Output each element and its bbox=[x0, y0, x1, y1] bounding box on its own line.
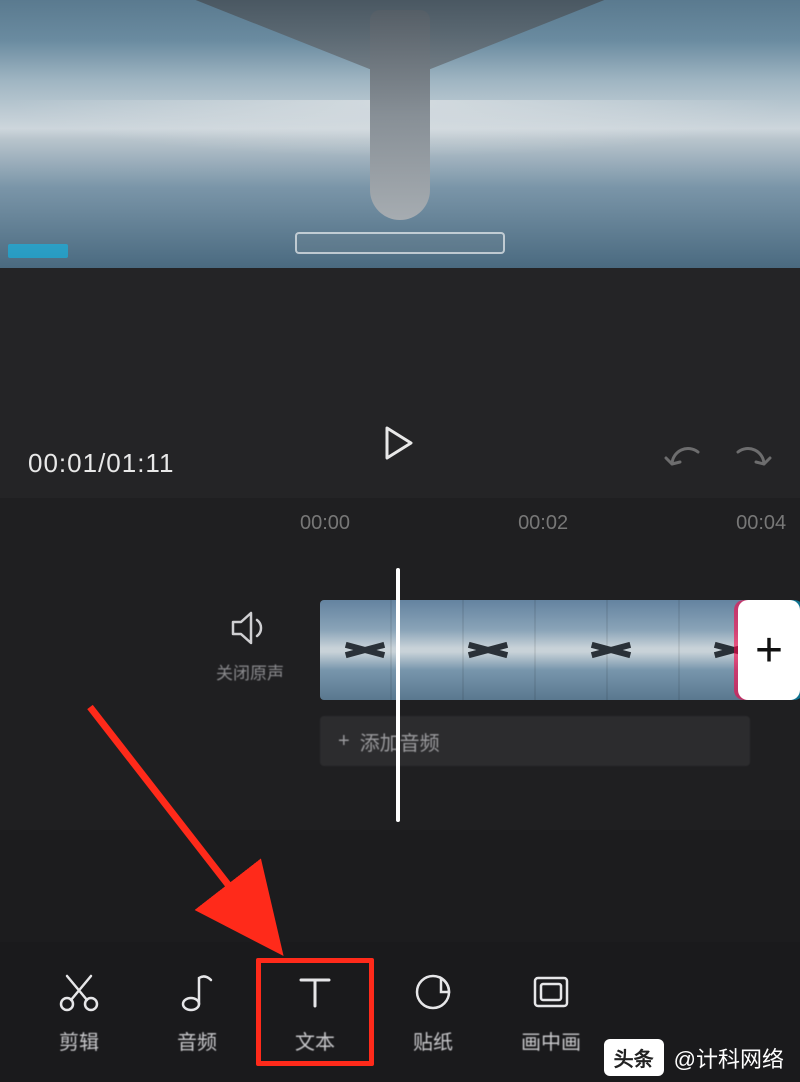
scissors-icon bbox=[57, 970, 101, 1014]
time-display: 00:01/01:11 bbox=[28, 448, 174, 479]
redo-icon[interactable] bbox=[732, 446, 772, 480]
play-button[interactable] bbox=[373, 416, 427, 470]
tool-audio[interactable]: 音频 bbox=[138, 958, 256, 1066]
time-ruler: 00:00 00:02 00:04 bbox=[0, 498, 800, 548]
tool-cut[interactable]: 剪辑 bbox=[20, 958, 138, 1066]
ruler-tick: 00:04 bbox=[736, 512, 786, 535]
tool-text[interactable]: 文本 bbox=[256, 958, 374, 1066]
pip-icon bbox=[529, 970, 573, 1014]
watermark: 头条 @计科网络 bbox=[604, 1039, 784, 1076]
undo-icon[interactable] bbox=[664, 446, 704, 480]
tool-sticker[interactable]: 贴纸 bbox=[374, 958, 492, 1066]
plus-icon: + bbox=[338, 730, 350, 753]
music-note-icon bbox=[175, 970, 219, 1014]
text-icon bbox=[293, 970, 337, 1014]
tool-label: 剪辑 bbox=[59, 1026, 99, 1055]
sticker-icon bbox=[411, 970, 455, 1014]
mute-toggle[interactable]: 关闭原声 bbox=[200, 610, 300, 684]
tool-label: 贴纸 bbox=[413, 1026, 453, 1055]
play-icon bbox=[385, 426, 415, 460]
tool-label: 画中画 bbox=[521, 1026, 581, 1055]
tool-pip[interactable]: 画中画 bbox=[492, 958, 610, 1066]
playback-controls: 00:01/01:11 bbox=[0, 268, 800, 498]
video-clip[interactable] bbox=[320, 600, 750, 700]
add-clip-button[interactable]: + bbox=[738, 600, 800, 700]
ruler-tick: 00:00 bbox=[300, 512, 350, 535]
plus-icon: + bbox=[755, 623, 783, 678]
add-audio-track[interactable]: + 添加音频 bbox=[320, 716, 750, 766]
playhead[interactable] bbox=[396, 568, 400, 822]
tool-label: 文本 bbox=[295, 1026, 335, 1055]
tool-label: 音频 bbox=[177, 1026, 217, 1055]
timeline[interactable]: 00:00 00:02 00:04 关闭原声 + + 添加音频 bbox=[0, 498, 800, 830]
video-preview[interactable] bbox=[0, 0, 800, 268]
mute-label: 关闭原声 bbox=[200, 659, 300, 684]
speaker-icon bbox=[231, 610, 269, 646]
watermark-badge: 头条 bbox=[604, 1039, 664, 1076]
ruler-tick: 00:02 bbox=[518, 512, 568, 535]
watermark-text: @计科网络 bbox=[674, 1042, 784, 1074]
